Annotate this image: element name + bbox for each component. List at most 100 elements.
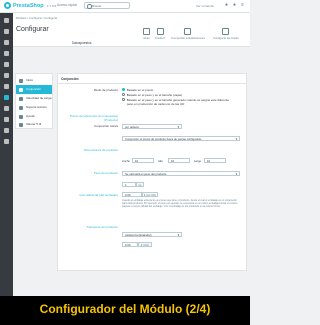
chevron-down-icon: ▾	[177, 233, 179, 237]
back-button-label: Atrás	[143, 36, 150, 40]
section-title: Conjunción	[61, 77, 79, 81]
dim-height-value: 10	[171, 159, 175, 163]
dim-height-input[interactable]: 10	[168, 158, 190, 163]
orders-icon[interactable]	[4, 29, 9, 34]
page-header: Módulos / Configurar / Configurar Config…	[13, 13, 250, 47]
search-box[interactable]	[84, 2, 130, 9]
view-store-link[interactable]: Ver mi tienda	[196, 4, 214, 8]
weight-label: Peso del producto	[93, 171, 118, 175]
user-avatar-icon[interactable]: ●	[232, 3, 237, 8]
breadcrumb[interactable]: Módulos / Configurar / Configurar	[16, 16, 57, 20]
option-label: Basado en el peso y en el tamaño (cajas)	[126, 93, 182, 97]
extra-unit-label: € (IVA)	[141, 244, 149, 247]
menu-item-valorar[interactable]: Valorar 5 ★	[16, 120, 52, 129]
dashboard-icon[interactable]	[4, 18, 9, 23]
qty-unit: kg	[136, 182, 144, 187]
radio-selected[interactable]	[122, 88, 125, 91]
dim-height-label: Alto	[158, 159, 163, 163]
mode-option-weight-generated[interactable]: Basado en el peso y en el tamaño generad…	[122, 98, 232, 106]
check-updates-button[interactable]: Comprobar actualizaciones	[171, 28, 205, 40]
notifications-icon[interactable]: ●	[224, 3, 229, 8]
carrier-select-value: Asistencia (Estándar)	[125, 233, 152, 237]
dim-length-input[interactable]: 10	[204, 158, 226, 163]
home-icon	[19, 78, 23, 83]
dims-label: Dimensiones de producto	[83, 148, 118, 152]
translate-icon	[156, 28, 164, 35]
config-menu: Inicio Conjunción Velocidad de carga Sop…	[15, 73, 53, 129]
tab-datospuestos[interactable]: Datospuestos	[72, 41, 92, 45]
menu-item-soporte[interactable]: Soporte técnico	[16, 103, 52, 112]
design-icon[interactable]	[4, 84, 9, 89]
page-title: Configurar	[16, 26, 49, 33]
menu-item-label: Velocidad de carga	[26, 96, 52, 100]
mode-label: Modo de producto	[93, 88, 118, 92]
quick-access-menu[interactable]: Acceso rápido	[57, 3, 77, 7]
mode-option-price[interactable]: Basado en el precio	[122, 88, 222, 92]
settings-icon[interactable]	[4, 139, 9, 144]
type-select[interactable]: Conjunción el precio de producto fuera d…	[122, 136, 240, 141]
dim-width-input[interactable]: 10	[132, 158, 154, 163]
price-select[interactable]: por defecto ▾	[122, 124, 182, 129]
qty-input[interactable]: 1	[122, 182, 136, 187]
dim-width-label: Ancho	[122, 159, 130, 163]
chevron-down-icon: ▾	[235, 137, 237, 141]
weight-select[interactable]: Se calculará el peso del producto ▾	[122, 171, 240, 176]
back-icon	[143, 28, 150, 35]
extra-value: 0,00	[125, 243, 131, 247]
menu-icon[interactable]: ≡	[240, 3, 245, 8]
carrier-label: Transporte del producto	[86, 225, 118, 229]
dim-length-label: Largo	[194, 159, 202, 163]
menu-item-conjuncion[interactable]: Conjunción	[16, 85, 52, 94]
messages-icon[interactable]	[4, 73, 9, 78]
check-updates-label: Comprobar actualizaciones	[171, 36, 205, 40]
search-icon	[87, 4, 92, 9]
configure-hooks-button[interactable]: Configurar los hooks	[213, 28, 239, 40]
customers-icon[interactable]	[4, 51, 9, 56]
option-label: Basado en el precio	[126, 88, 154, 92]
cog-icon	[19, 87, 23, 92]
payment-icon[interactable]	[4, 117, 9, 122]
caption-text: Configurador del Módulo (2/4)	[39, 302, 211, 316]
refresh-icon	[184, 28, 192, 35]
caption-banner: Configurador del Módulo (2/4)	[0, 296, 250, 325]
qty-unit-label: kg	[138, 184, 142, 187]
mode-option-weight[interactable]: Basado en el peso y en el tamaño (cajas)	[122, 93, 222, 97]
extra-input[interactable]: 0,00	[122, 242, 138, 247]
support-icon	[19, 105, 23, 110]
radio[interactable]	[122, 93, 125, 96]
shipping-icon[interactable]	[4, 106, 9, 111]
prestashop-logo[interactable]: PrestaShop	[4, 2, 44, 9]
radio[interactable]	[122, 98, 125, 101]
dim-width-value: 10	[135, 159, 139, 163]
qty-value: 1	[125, 183, 127, 187]
chevron-down-icon: ▾	[235, 172, 237, 176]
logo-text: PrestaShop	[13, 2, 44, 9]
price-select-value: por defecto	[125, 125, 139, 129]
option-label: Basado en el peso y en el tamaño generad…	[126, 98, 230, 106]
margin-input[interactable]: 0,00	[122, 192, 142, 197]
modules-icon[interactable]	[4, 95, 9, 100]
menu-item-label: Inicio	[26, 78, 34, 82]
weight-select-value: Se calculará el peso del producto	[125, 172, 167, 176]
chevron-down-icon: ▾	[177, 125, 179, 129]
configure-hooks-label: Configurar los hooks	[213, 36, 239, 40]
type-select-value: Conjunción el precio de producto fuera d…	[125, 137, 202, 141]
international-icon[interactable]	[4, 128, 9, 133]
price-label: Precio de referencia (sin impuestos) (Pr…	[69, 114, 118, 122]
menu-item-label: Ayuda	[26, 114, 35, 118]
translate-button[interactable]: Traducir	[155, 28, 165, 40]
menu-item-velocidad[interactable]: Velocidad de carga	[16, 94, 52, 103]
carrier-select[interactable]: Asistencia (Estándar) ▾	[122, 232, 182, 237]
config-form: Conjunción Modo de producto Basado en el…	[57, 73, 247, 271]
margin-unit: € (sin IVA)	[142, 192, 158, 197]
margin-unit-label: € (sin IVA)	[144, 194, 156, 197]
catalog-icon[interactable]	[4, 40, 9, 45]
speed-icon	[19, 96, 23, 101]
menu-item-label: Valorar 5 ★	[26, 122, 42, 126]
menu-item-label: Conjunción	[26, 87, 42, 91]
search-input[interactable]	[92, 4, 128, 9]
star-icon	[19, 122, 23, 127]
menu-item-inicio[interactable]: Inicio	[16, 76, 52, 85]
back-button[interactable]: Atrás	[143, 28, 150, 40]
stats-icon[interactable]	[4, 62, 9, 67]
